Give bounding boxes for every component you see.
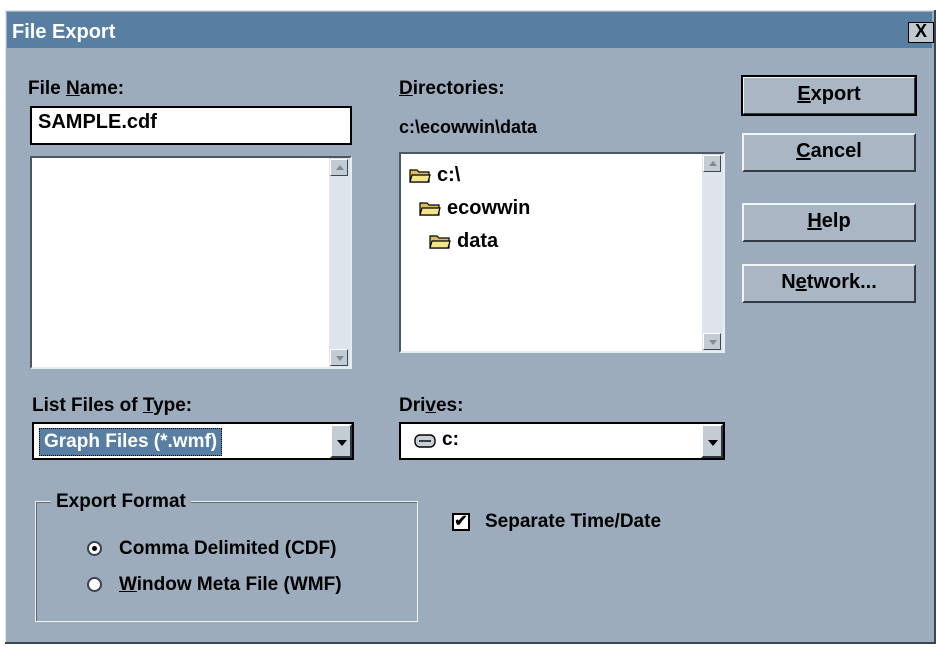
file-type-selected: Graph Files (*.wmf) — [39, 428, 223, 456]
drives-selected: c: — [442, 429, 459, 450]
chevron-down-icon — [337, 440, 347, 446]
separate-time-checkbox[interactable]: ✔ — [452, 513, 470, 531]
scroll-up-button[interactable] — [703, 155, 721, 172]
file-type-dropdown[interactable]: Graph Files (*.wmf) — [32, 422, 354, 460]
file-type-dropdown-button[interactable] — [330, 424, 352, 458]
cdf-label[interactable]: Comma Delimited (CDF) — [119, 538, 336, 560]
drive-icon — [414, 434, 436, 448]
up-arrow-icon — [709, 161, 717, 166]
file-list-scrollbar[interactable] — [329, 158, 350, 367]
directory-item[interactable]: ecowwin — [419, 197, 530, 220]
open-folder-icon — [429, 235, 451, 249]
open-folder-icon — [409, 169, 431, 183]
directory-label: data — [457, 230, 499, 252]
wmf-label[interactable]: Window Meta File (WMF) — [119, 574, 342, 596]
close-button[interactable]: X — [908, 22, 934, 43]
down-arrow-icon — [336, 356, 344, 361]
window-title: File Export — [12, 21, 116, 43]
scroll-down-button[interactable] — [330, 349, 348, 366]
open-folder-icon — [419, 202, 441, 216]
directory-list[interactable]: c:\ ecowwin data — [399, 152, 725, 353]
drives-label: Drives: — [399, 395, 464, 416]
wmf-radio[interactable] — [87, 577, 102, 592]
title-bar[interactable]: File Export X — [7, 12, 934, 48]
export-format-group — [35, 501, 418, 622]
directory-item[interactable]: data — [429, 230, 498, 253]
file-list[interactable] — [30, 156, 352, 369]
file-name-label: File Name: — [28, 78, 125, 99]
file-type-label: List Files of Type: — [32, 395, 193, 416]
drives-dropdown[interactable]: c: — [399, 422, 725, 460]
current-path: c:\ecowwin\data — [399, 117, 538, 137]
file-export-dialog: File Export X File Name: SAMPLE.cdf Dire… — [5, 10, 936, 644]
network-button[interactable]: Network... — [742, 264, 916, 303]
directory-label: ecowwin — [447, 197, 531, 219]
separate-time-label[interactable]: Separate Time/Date — [485, 511, 661, 533]
directory-scrollbar[interactable] — [702, 154, 723, 351]
chevron-down-icon — [708, 440, 718, 446]
scroll-down-button[interactable] — [703, 333, 721, 350]
cdf-radio[interactable] — [87, 541, 102, 556]
help-button[interactable]: Help — [742, 203, 916, 242]
cancel-button[interactable]: Cancel — [742, 133, 916, 172]
file-name-input[interactable]: SAMPLE.cdf — [30, 106, 352, 145]
export-format-legend: Export Format — [51, 491, 191, 513]
scroll-up-button[interactable] — [330, 159, 348, 176]
directory-item[interactable]: c:\ — [409, 164, 460, 187]
directories-label: Directories: — [399, 78, 505, 99]
directory-label: c:\ — [437, 164, 461, 186]
export-button[interactable]: Export — [741, 75, 917, 116]
down-arrow-icon — [709, 340, 717, 345]
up-arrow-icon — [336, 165, 344, 170]
drives-dropdown-button[interactable] — [701, 424, 723, 458]
